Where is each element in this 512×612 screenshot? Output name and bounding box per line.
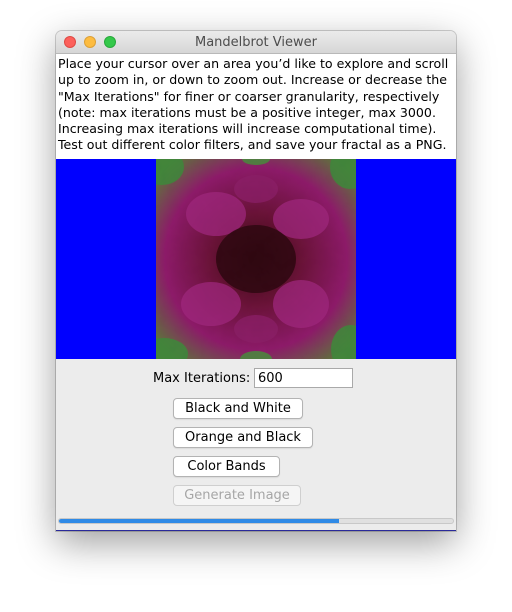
mandelbrot-viewer-window: Mandelbrot Viewer Place your cursor over…	[56, 31, 456, 531]
window-title: Mandelbrot Viewer	[195, 35, 317, 50]
max-iterations-label: Max Iterations:	[153, 371, 251, 386]
black-and-white-button[interactable]: Black and White	[173, 398, 303, 419]
progress-bar-fill	[59, 519, 339, 523]
controls-panel: Max Iterations: Black and White Orange a…	[56, 359, 456, 531]
instructions-text: Place your cursor over an area you’d lik…	[56, 54, 456, 159]
color-bands-button[interactable]: Color Bands	[173, 456, 280, 477]
title-bar[interactable]: Mandelbrot Viewer	[56, 31, 456, 54]
window-bottom-edge	[56, 530, 456, 531]
fractal-canvas[interactable]	[56, 159, 456, 359]
orange-and-black-button[interactable]: Orange and Black	[173, 427, 313, 448]
max-iterations-input[interactable]	[254, 368, 353, 388]
fractal-image	[156, 159, 356, 359]
generate-image-button[interactable]: Generate Image	[173, 485, 301, 506]
progress-bar	[58, 518, 454, 524]
